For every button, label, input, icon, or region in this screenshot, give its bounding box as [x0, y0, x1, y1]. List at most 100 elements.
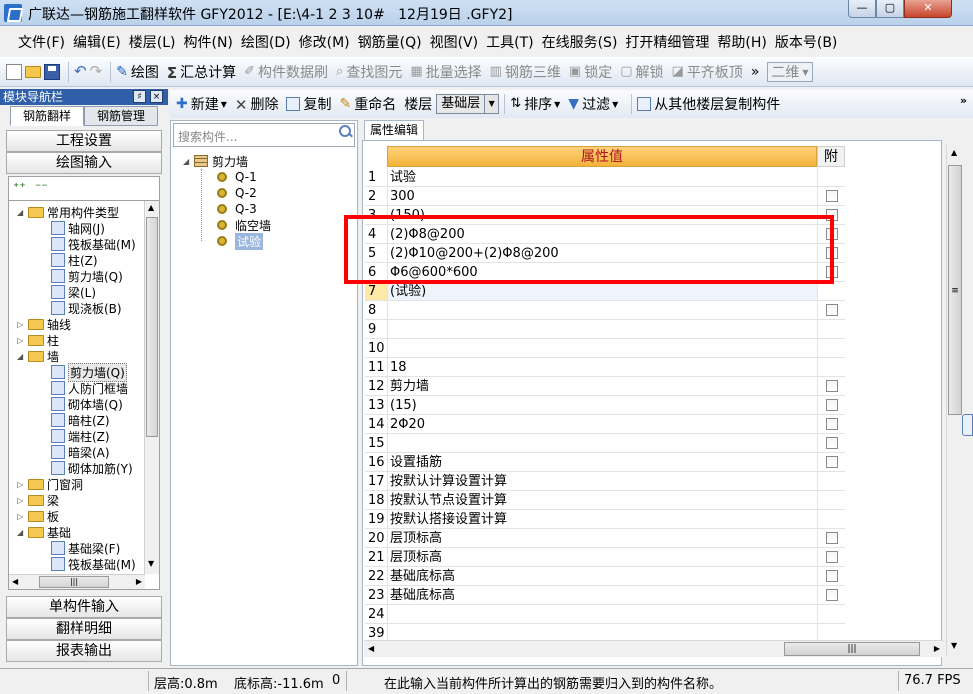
- property-row[interactable]: 4 (2)Φ8@200: [365, 225, 845, 244]
- lock-button[interactable]: ▣ 锁定: [569, 62, 612, 82]
- find-element-button[interactable]: ⌕ 查找图元: [336, 62, 402, 82]
- property-row[interactable]: 16 设置插筋: [365, 453, 845, 472]
- attach-checkbox[interactable]: [826, 247, 838, 259]
- property-row[interactable]: 17 按默认计算设置计算: [365, 472, 845, 491]
- property-row[interactable]: 7 (试验): [365, 282, 845, 301]
- align-slab-button[interactable]: ◪ 平齐板顶: [672, 62, 743, 82]
- scroll-up-icon[interactable]: ▲: [148, 203, 154, 212]
- component-brush-button[interactable]: ✐ 构件数据刷: [244, 62, 328, 82]
- attach-checkbox[interactable]: [826, 437, 838, 449]
- tab-rebar-layout[interactable]: 钢筋翻样: [10, 106, 84, 126]
- expanded-triangle-icon[interactable]: ◢: [17, 528, 25, 537]
- property-value-cell[interactable]: 基础底标高: [387, 567, 817, 586]
- collapse-all-icon[interactable]: ⁻⁻: [35, 180, 48, 194]
- collapsed-triangle-icon[interactable]: ▷: [17, 336, 25, 345]
- property-row[interactable]: 5 (2)Φ10@200+(2)Φ8@200: [365, 244, 845, 263]
- scrollbar-thumb[interactable]: |||: [39, 576, 109, 588]
- tree-item-column[interactable]: 柱(Z): [51, 252, 98, 268]
- rename-button[interactable]: ✎ 重命名: [339, 94, 396, 114]
- expanded-triangle-icon[interactable]: ◢: [183, 157, 191, 166]
- menu-version[interactable]: 版本号(B): [771, 32, 842, 52]
- scrollbar-thumb[interactable]: [146, 217, 158, 437]
- property-value-cell[interactable]: [387, 301, 817, 320]
- batch-select-button[interactable]: ▦ 批量选择: [410, 62, 481, 82]
- property-value-cell[interactable]: 层顶标高: [387, 548, 817, 567]
- copy-button[interactable]: 复制: [286, 94, 331, 114]
- property-row[interactable]: 18 按默认节点设置计算: [365, 491, 845, 510]
- property-vertical-scrollbar[interactable]: ▲ ≡ ▼: [946, 145, 963, 656]
- menu-component[interactable]: 构件(N): [180, 32, 237, 52]
- menu-draw[interactable]: 绘图(D): [237, 32, 295, 52]
- scrollbar-thumb[interactable]: |||: [784, 642, 920, 656]
- new-file-icon[interactable]: [6, 64, 22, 80]
- tree-item-shear-wall[interactable]: 剪力墙(Q): [51, 268, 123, 284]
- column-header-value[interactable]: 属性值: [387, 146, 817, 167]
- tree-horizontal-scrollbar[interactable]: ◀ ||| ▶: [9, 574, 145, 589]
- tree-item-raft-foundation[interactable]: 筏板基础(M): [51, 236, 136, 252]
- minimize-button[interactable]: —: [848, 0, 876, 18]
- scroll-down-icon[interactable]: ▼: [148, 559, 154, 568]
- sort-button[interactable]: ⇅ 排序 ▼: [510, 94, 560, 114]
- property-value-cell[interactable]: 2Φ20: [387, 415, 817, 434]
- pin-icon[interactable]: ♯: [133, 90, 146, 103]
- tree-item-door-frame-wall[interactable]: 人防门框墙: [51, 380, 128, 396]
- close-icon[interactable]: ×: [150, 90, 163, 103]
- tree-item-hidden-column[interactable]: 暗柱(Z): [51, 412, 110, 428]
- property-value-cell[interactable]: Φ6@600*600: [387, 263, 817, 282]
- property-value-cell[interactable]: 层顶标高: [387, 529, 817, 548]
- tree-item-foundation-folder[interactable]: ◢ 基础: [17, 524, 71, 540]
- menu-rebar-quantity[interactable]: 钢筋量(Q): [354, 32, 426, 52]
- property-value-cell[interactable]: 按默认搭接设置计算: [387, 510, 817, 529]
- property-row[interactable]: 15: [365, 434, 845, 453]
- component-item[interactable]: Q-2: [217, 185, 257, 201]
- scroll-left-icon[interactable]: ◀: [368, 644, 374, 653]
- attach-checkbox[interactable]: [826, 209, 838, 221]
- attach-checkbox[interactable]: [826, 589, 838, 601]
- collapsed-triangle-icon[interactable]: ▷: [17, 512, 25, 521]
- property-row[interactable]: 10: [365, 339, 845, 358]
- scrollbar-thumb[interactable]: ≡: [948, 165, 962, 415]
- project-settings-button[interactable]: 工程设置: [6, 130, 162, 152]
- drawing-input-button[interactable]: 绘图输入: [6, 152, 162, 174]
- attach-checkbox[interactable]: [826, 399, 838, 411]
- tree-item-cast-slab[interactable]: 现浇板(B): [51, 300, 122, 316]
- property-horizontal-scrollbar[interactable]: ◀ ||| ▶: [364, 640, 944, 657]
- tree-item-shear-wall-selected[interactable]: 剪力墙(Q): [51, 362, 127, 382]
- component-item[interactable]: 临空墙: [217, 217, 271, 233]
- save-icon[interactable]: [44, 64, 60, 80]
- tree-item-grid[interactable]: 轴网(J): [51, 220, 105, 236]
- property-row[interactable]: 22 基础底标高: [365, 567, 845, 586]
- tree-item-columns-folder[interactable]: ▷ 柱: [17, 332, 59, 348]
- property-row[interactable]: 3 (150): [365, 206, 845, 225]
- property-value-cell[interactable]: 按默认节点设置计算: [387, 491, 817, 510]
- property-value-cell[interactable]: 按默认计算设置计算: [387, 472, 817, 491]
- tree-item-slabs-folder[interactable]: ▷ 板: [17, 508, 59, 524]
- menu-tools[interactable]: 工具(T): [482, 32, 537, 52]
- tree-item-masonry-wall[interactable]: 砌体墙(Q): [51, 396, 123, 412]
- property-row[interactable]: 8: [365, 301, 845, 320]
- tree-item-end-column[interactable]: 端柱(Z): [51, 428, 110, 444]
- rebar-3d-button[interactable]: ▥ 钢筋三维: [490, 62, 561, 82]
- summary-calc-button[interactable]: Σ 汇总计算: [167, 62, 236, 82]
- property-value-cell[interactable]: 试验: [387, 168, 817, 187]
- menu-fine-management[interactable]: 打开精细管理: [621, 32, 713, 52]
- collapsed-triangle-icon[interactable]: ▷: [17, 320, 25, 329]
- menu-help[interactable]: 帮助(H): [713, 32, 770, 52]
- tree-item-beams-folder[interactable]: ▷ 梁: [17, 492, 59, 508]
- property-value-cell[interactable]: [387, 605, 817, 624]
- property-value-cell[interactable]: [387, 339, 817, 358]
- menu-modify[interactable]: 修改(M): [295, 32, 354, 52]
- report-output-button[interactable]: 报表输出: [6, 640, 162, 662]
- scroll-down-icon[interactable]: ▼: [951, 641, 957, 650]
- single-component-input-button[interactable]: 单构件输入: [6, 596, 162, 618]
- component-item-selected[interactable]: 试验: [217, 232, 264, 250]
- tree-item-openings-folder[interactable]: ▷ 门窗洞: [17, 476, 83, 492]
- expanded-triangle-icon[interactable]: ◢: [17, 208, 25, 217]
- view-2d-select[interactable]: 二维 ▼: [767, 62, 813, 82]
- property-value-cell[interactable]: 18: [387, 358, 817, 377]
- component-search-input[interactable]: 搜索构件...: [173, 123, 355, 147]
- maximize-button[interactable]: ▢: [876, 0, 904, 18]
- property-value-cell[interactable]: (15): [387, 396, 817, 415]
- attach-checkbox[interactable]: [826, 190, 838, 202]
- property-value-cell[interactable]: (2)Φ8@200: [387, 225, 817, 244]
